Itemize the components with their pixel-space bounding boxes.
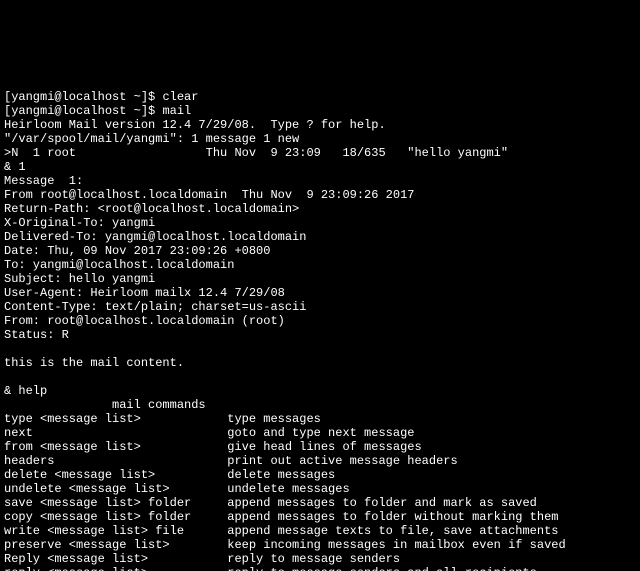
help-row: Reply <message list> reply to message se… xyxy=(4,552,400,566)
help-title: mail commands xyxy=(4,398,206,412)
header-subject: Subject: hello yangmi xyxy=(4,272,155,286)
mail-prompt-help: & help xyxy=(4,384,47,398)
mail-listing-line: >N 1 root Thu Nov 9 23:09 18/635 "hello … xyxy=(4,146,508,160)
mail-version-line: Heirloom Mail version 12.4 7/29/08. Type… xyxy=(4,118,386,132)
header-return-path: Return-Path: <root@localhost.localdomain… xyxy=(4,202,299,216)
help-row: write <message list> file append message… xyxy=(4,524,559,538)
header-x-original-to: X-Original-To: yangmi xyxy=(4,216,155,230)
terminal-output[interactable]: [yangmi@localhost ~]$ clear [yangmi@loca… xyxy=(0,70,640,571)
message-body: this is the mail content. xyxy=(4,356,184,370)
help-row: type <message list> type messages xyxy=(4,412,321,426)
help-row: next goto and type next message xyxy=(4,426,414,440)
shell-command: mail xyxy=(162,104,191,118)
blank-line xyxy=(4,342,11,356)
shell-command: clear xyxy=(162,90,198,104)
help-row: save <message list> folder append messag… xyxy=(4,496,537,510)
header-date: Date: Thu, 09 Nov 2017 23:09:26 +0800 xyxy=(4,244,270,258)
header-delivered-to: Delivered-To: yangmi@localhost.localdoma… xyxy=(4,230,306,244)
help-row: reply <message list> reply to message se… xyxy=(4,566,537,571)
help-commands-section: type <message list> type messages next g… xyxy=(4,412,636,571)
help-row: from <message list> give head lines of m… xyxy=(4,440,422,454)
header-content-type: Content-Type: text/plain; charset=us-asc… xyxy=(4,300,306,314)
shell-prompt: [yangmi@localhost ~]$ xyxy=(4,104,162,118)
header-to: To: yangmi@localhost.localdomain xyxy=(4,258,234,272)
header-from-envelope: From root@localhost.localdomain Thu Nov … xyxy=(4,188,414,202)
header-user-agent: User-Agent: Heirloom mailx 12.4 7/29/08 xyxy=(4,286,285,300)
help-row: undelete <message list> undelete message… xyxy=(4,482,350,496)
message-header: Message 1: xyxy=(4,174,83,188)
help-row: headers print out active message headers xyxy=(4,454,458,468)
shell-prompt: [yangmi@localhost ~]$ xyxy=(4,90,162,104)
help-row: copy <message list> folder append messag… xyxy=(4,510,559,524)
mail-spool-line: "/var/spool/mail/yangmi": 1 message 1 ne… xyxy=(4,132,299,146)
help-row: preserve <message list> keep incoming me… xyxy=(4,538,566,552)
help-row: delete <message list> delete messages xyxy=(4,468,335,482)
mail-prompt: & 1 xyxy=(4,160,26,174)
blank-line xyxy=(4,370,11,384)
header-status: Status: R xyxy=(4,328,69,342)
header-from: From: root@localhost.localdomain (root) xyxy=(4,314,285,328)
